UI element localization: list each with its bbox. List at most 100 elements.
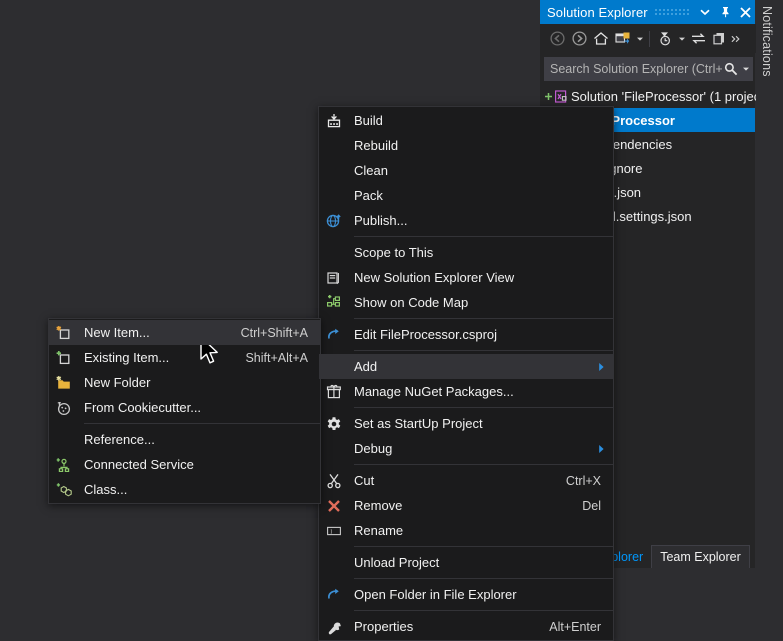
- menu-item-edit-fileprocessor-csproj[interactable]: Edit FileProcessor.csproj: [319, 322, 613, 347]
- menu-item-open-folder-in-file-explorer[interactable]: Open Folder in File Explorer: [319, 582, 613, 607]
- menu-item-class[interactable]: Class...: [49, 477, 320, 502]
- menu-item-label: Reference...: [84, 432, 155, 447]
- menu-item-label: Manage NuGet Packages...: [354, 384, 514, 399]
- notifications-strip[interactable]: Notifications: [756, 0, 783, 568]
- menu-separator: [354, 578, 613, 579]
- menu-item-existing-item[interactable]: Existing Item... Shift+Alt+A: [49, 345, 320, 370]
- menu-item-label: Connected Service: [84, 457, 194, 472]
- gear-icon: [319, 411, 349, 436]
- toolbar-separator: [649, 30, 650, 47]
- code-map-icon: [319, 290, 349, 315]
- menu-item-manage-nuget-packages[interactable]: Manage NuGet Packages...: [319, 379, 613, 404]
- menu-item-label: Build: [354, 113, 383, 128]
- menu-item-remove[interactable]: Remove Del: [319, 493, 613, 518]
- menu-separator: [84, 423, 320, 424]
- notifications-label: Notifications: [760, 6, 774, 77]
- menu-item-no-icon: [319, 436, 349, 461]
- menu-item-from-cookiecutter[interactable]: From Cookiecutter...: [49, 395, 320, 420]
- collapse-all-icon[interactable]: [709, 28, 731, 50]
- open-folder-icon: [319, 582, 349, 607]
- sync-dropdown-icon[interactable]: [634, 28, 645, 50]
- menu-item-label: Cut: [354, 473, 375, 488]
- menu-item-reference[interactable]: Reference...: [49, 427, 320, 452]
- menu-item-pack[interactable]: Pack: [319, 183, 613, 208]
- menu-item-publish[interactable]: Publish...: [319, 208, 613, 233]
- menu-item-shortcut: Alt+Enter: [549, 619, 601, 634]
- menu-item-new-solution-explorer-view[interactable]: New Solution Explorer View: [319, 265, 613, 290]
- menu-separator: [354, 610, 613, 611]
- menu-item-label: Scope to This: [354, 245, 434, 260]
- menu-item-rebuild[interactable]: Rebuild: [319, 133, 613, 158]
- solution-icon: [553, 89, 568, 104]
- menu-item-rename[interactable]: I Rename: [319, 518, 613, 543]
- back-icon[interactable]: [546, 28, 568, 50]
- pending-changes-filter-icon[interactable]: [654, 28, 676, 50]
- menu-item-label: Pack: [354, 188, 383, 203]
- menu-item-label: Show on Code Map: [354, 295, 469, 310]
- refresh-icon[interactable]: [687, 28, 709, 50]
- remove-icon: [319, 493, 349, 518]
- menu-item-set-as-startup-project[interactable]: Set as StartUp Project: [319, 411, 613, 436]
- menu-item-no-icon: [319, 550, 349, 575]
- solution-explorer-toolbar: [540, 24, 761, 53]
- existing-item-icon: [49, 345, 79, 370]
- tab-team-explorer[interactable]: Team Explorer: [651, 545, 750, 568]
- menu-item-shortcut: Ctrl+X: [565, 473, 601, 488]
- search-icon[interactable]: [722, 62, 740, 76]
- home-icon[interactable]: [590, 28, 612, 50]
- search-dropdown-icon[interactable]: [740, 65, 752, 73]
- menu-item-label: Remove: [354, 498, 403, 513]
- panel-title: Solution Explorer: [547, 4, 648, 20]
- project-context-menu: Build Rebuild Clean Pack Publish... Scope to …: [318, 106, 614, 641]
- menu-item-no-icon: [319, 133, 349, 158]
- menu-item-shortcut: Shift+Alt+A: [245, 350, 308, 365]
- new-window-icon: [319, 265, 349, 290]
- menu-item-add[interactable]: Add: [319, 354, 613, 379]
- menu-item-cut[interactable]: Cut Ctrl+X: [319, 468, 613, 493]
- new-item-icon: [49, 320, 79, 345]
- menu-item-properties[interactable]: Properties Alt+Enter: [319, 614, 613, 639]
- close-icon[interactable]: [735, 0, 755, 24]
- menu-item-clean[interactable]: Clean: [319, 158, 613, 183]
- submenu-arrow-icon: [598, 362, 613, 372]
- menu-item-connected-service[interactable]: Connected Service: [49, 452, 320, 477]
- menu-item-label: Add: [354, 359, 378, 374]
- menu-item-shortcut: Ctrl+Shift+A: [240, 325, 308, 340]
- menu-item-label: Set as StartUp Project: [354, 416, 483, 431]
- tree-item-solution-fileprocessor-1-project[interactable]: Solution 'FileProcessor' (1 project): [540, 84, 768, 108]
- sync-with-active-document-icon[interactable]: [612, 28, 634, 50]
- menu-item-label: Rebuild: [354, 138, 399, 153]
- menu-item-label: Edit FileProcessor.csproj: [354, 327, 498, 342]
- menu-item-debug[interactable]: Debug: [319, 436, 613, 461]
- new-folder-icon: [49, 370, 79, 395]
- menu-item-label: Open Folder in File Explorer: [354, 587, 517, 602]
- menu-item-no-icon: [319, 158, 349, 183]
- drag-grip[interactable]: [653, 8, 689, 16]
- menu-item-label: New Solution Explorer View: [354, 270, 515, 285]
- dropdown-icon[interactable]: [695, 0, 715, 24]
- menu-item-show-on-code-map[interactable]: Show on Code Map: [319, 290, 613, 315]
- pin-icon[interactable]: [715, 0, 735, 24]
- expander-icon[interactable]: [544, 92, 553, 101]
- filter-dropdown-icon[interactable]: [676, 28, 687, 50]
- menu-item-label: New Item...: [84, 325, 150, 340]
- menu-item-label: Clean: [354, 163, 388, 178]
- menu-separator: [354, 464, 613, 465]
- menu-item-new-item[interactable]: New Item... Ctrl+Shift+A: [49, 320, 320, 345]
- menu-item-label: Class...: [84, 482, 128, 497]
- menu-item-new-folder[interactable]: New Folder: [49, 370, 320, 395]
- menu-item-no-icon: [319, 183, 349, 208]
- solution-explorer-titlebar: Solution Explorer: [540, 0, 755, 24]
- menu-item-label: Existing Item...: [84, 350, 170, 365]
- menu-item-no-icon: [319, 240, 349, 265]
- menu-separator: [354, 236, 613, 237]
- menu-item-scope-to-this[interactable]: Scope to This: [319, 240, 613, 265]
- rename-icon: I: [319, 518, 349, 543]
- forward-icon[interactable]: [568, 28, 590, 50]
- menu-item-unload-project[interactable]: Unload Project: [319, 550, 613, 575]
- menu-item-label: Debug: [354, 441, 393, 456]
- overflow-icon[interactable]: [731, 28, 742, 50]
- search-input[interactable]: Search Solution Explorer (Ctrl+;): [544, 57, 753, 81]
- menu-item-label: From Cookiecutter...: [84, 400, 202, 415]
- menu-item-build[interactable]: Build: [319, 108, 613, 133]
